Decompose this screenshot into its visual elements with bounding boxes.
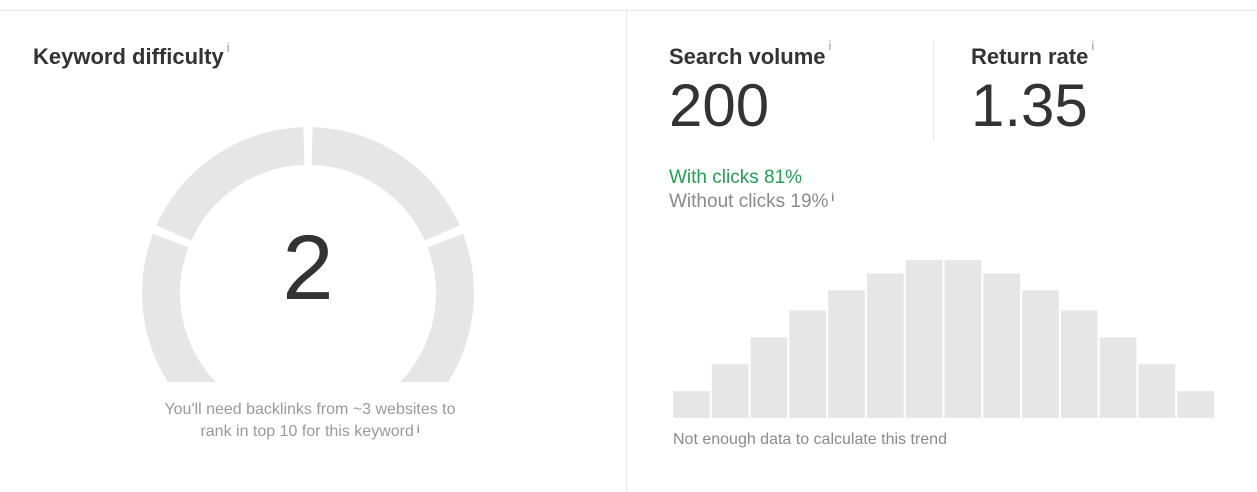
without-clicks-info-icon[interactable]: i xyxy=(831,190,834,204)
return-rate-value: 1.35 xyxy=(971,72,1088,139)
trend-bar-13 xyxy=(1138,364,1176,418)
trend-bar-14 xyxy=(1177,391,1214,418)
search-volume-block: Search volume i 200 xyxy=(669,38,831,139)
backlinks-note: You'll need backlinks from ~3 websites t… xyxy=(80,399,540,443)
trend-bar-12 xyxy=(1099,337,1137,418)
trend-bar-10 xyxy=(1022,290,1059,418)
without-clicks-text: Without clicks 19% xyxy=(669,191,829,212)
backlinks-note-line1: You'll need backlinks from ~3 websites t… xyxy=(164,401,456,418)
clicks-breakdown: With clicks 81% Without clicks 19% i xyxy=(669,166,834,214)
return-rate-label: Return rate xyxy=(971,44,1089,69)
with-clicks-text: With clicks 81% xyxy=(669,167,803,188)
metrics-divider xyxy=(933,42,934,140)
return-rate-block: Return rate i 1.35 xyxy=(971,38,1094,139)
search-volume-info-icon[interactable]: i xyxy=(829,38,832,53)
trend-bar-8 xyxy=(944,260,982,418)
trend-bar-9 xyxy=(983,273,1021,418)
return-rate-info-icon[interactable]: i xyxy=(1091,38,1094,53)
return-rate-title: Return rate i xyxy=(971,38,1094,70)
search-volume-title: Search volume i xyxy=(669,38,831,70)
keyword-difficulty-title: Keyword difficulty i xyxy=(33,40,230,70)
trend-note: Not enough data to calculate this trend xyxy=(673,431,947,448)
trend-bar-7 xyxy=(905,260,943,418)
backlinks-info-icon[interactable]: i xyxy=(417,422,420,436)
trend-bar-6 xyxy=(866,273,904,418)
without-clicks-row: Without clicks 19% i xyxy=(669,190,834,214)
trend-bar-4 xyxy=(789,310,827,418)
difficulty-score: 2 xyxy=(282,217,334,319)
gauge-segment-4 xyxy=(399,233,474,382)
trend-bar-3 xyxy=(750,337,788,418)
trend-bar-2 xyxy=(711,364,749,418)
keyword-difficulty-info-icon[interactable]: i xyxy=(227,40,230,55)
search-volume-value: 200 xyxy=(669,72,770,139)
search-volume-label: Search volume xyxy=(669,44,826,69)
panel-divider xyxy=(626,11,627,492)
trend-bar-11 xyxy=(1060,310,1098,418)
search-volume-trend-chart xyxy=(673,260,1214,418)
backlinks-note-line2: rank in top 10 for this keyword xyxy=(200,423,414,440)
trend-bar-1 xyxy=(673,391,710,418)
keyword-difficulty-label: Keyword difficulty xyxy=(33,44,224,69)
trend-bar-5 xyxy=(828,290,865,418)
gauge-segment-1 xyxy=(142,233,217,382)
